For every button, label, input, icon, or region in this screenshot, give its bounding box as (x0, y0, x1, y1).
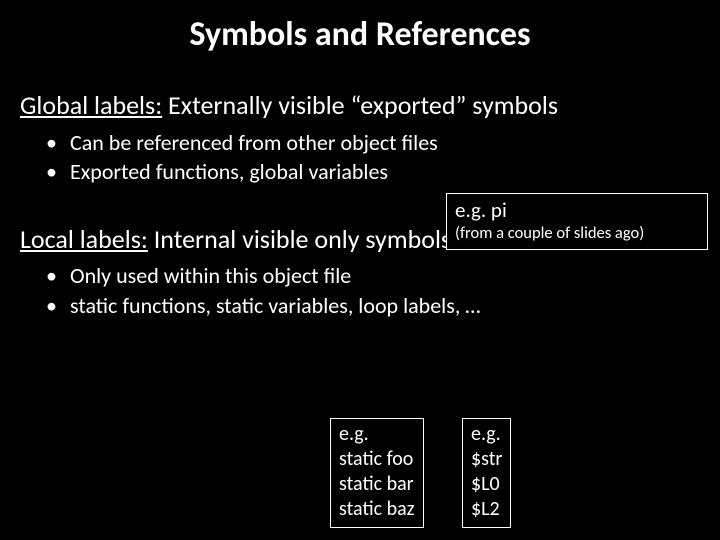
example-box-pi: e.g. pi (from a couple of slides ago) (446, 193, 708, 250)
box-line: static bar (339, 472, 415, 497)
global-desc: Externally visible “exported” symbols (162, 89, 558, 121)
bullet-item: Only used within this object file (70, 261, 720, 291)
box-line: (from a couple of slides ago) (455, 223, 699, 244)
example-box-labels: e.g. $str $L0 $L2 (462, 418, 511, 528)
section-global: Global labels: Externally visible “expor… (0, 89, 720, 122)
local-label: Local labels: (20, 223, 148, 255)
bullet-item: Exported functions, global variables (70, 157, 720, 187)
box-line: e.g. pi (455, 197, 699, 223)
box-line: static foo (339, 447, 415, 472)
box-line: $L0 (471, 472, 502, 497)
box-line: e.g. (471, 422, 502, 447)
bullet-item: Can be referenced from other object file… (70, 128, 720, 158)
local-desc: Internal visible only symbols (148, 223, 451, 255)
box-line: static baz (339, 497, 415, 522)
global-label: Global labels: (20, 89, 162, 121)
box-line: e.g. (339, 422, 415, 447)
example-box-static: e.g. static foo static bar static baz (330, 418, 424, 528)
box-line: $str (471, 447, 502, 472)
box-line: $L2 (471, 497, 502, 522)
local-bullets: Only used within this object file static… (0, 261, 720, 320)
bullet-item: static functions, static variables, loop… (70, 291, 720, 321)
slide-title: Symbols and References (0, 0, 720, 75)
global-bullets: Can be referenced from other object file… (0, 128, 720, 187)
